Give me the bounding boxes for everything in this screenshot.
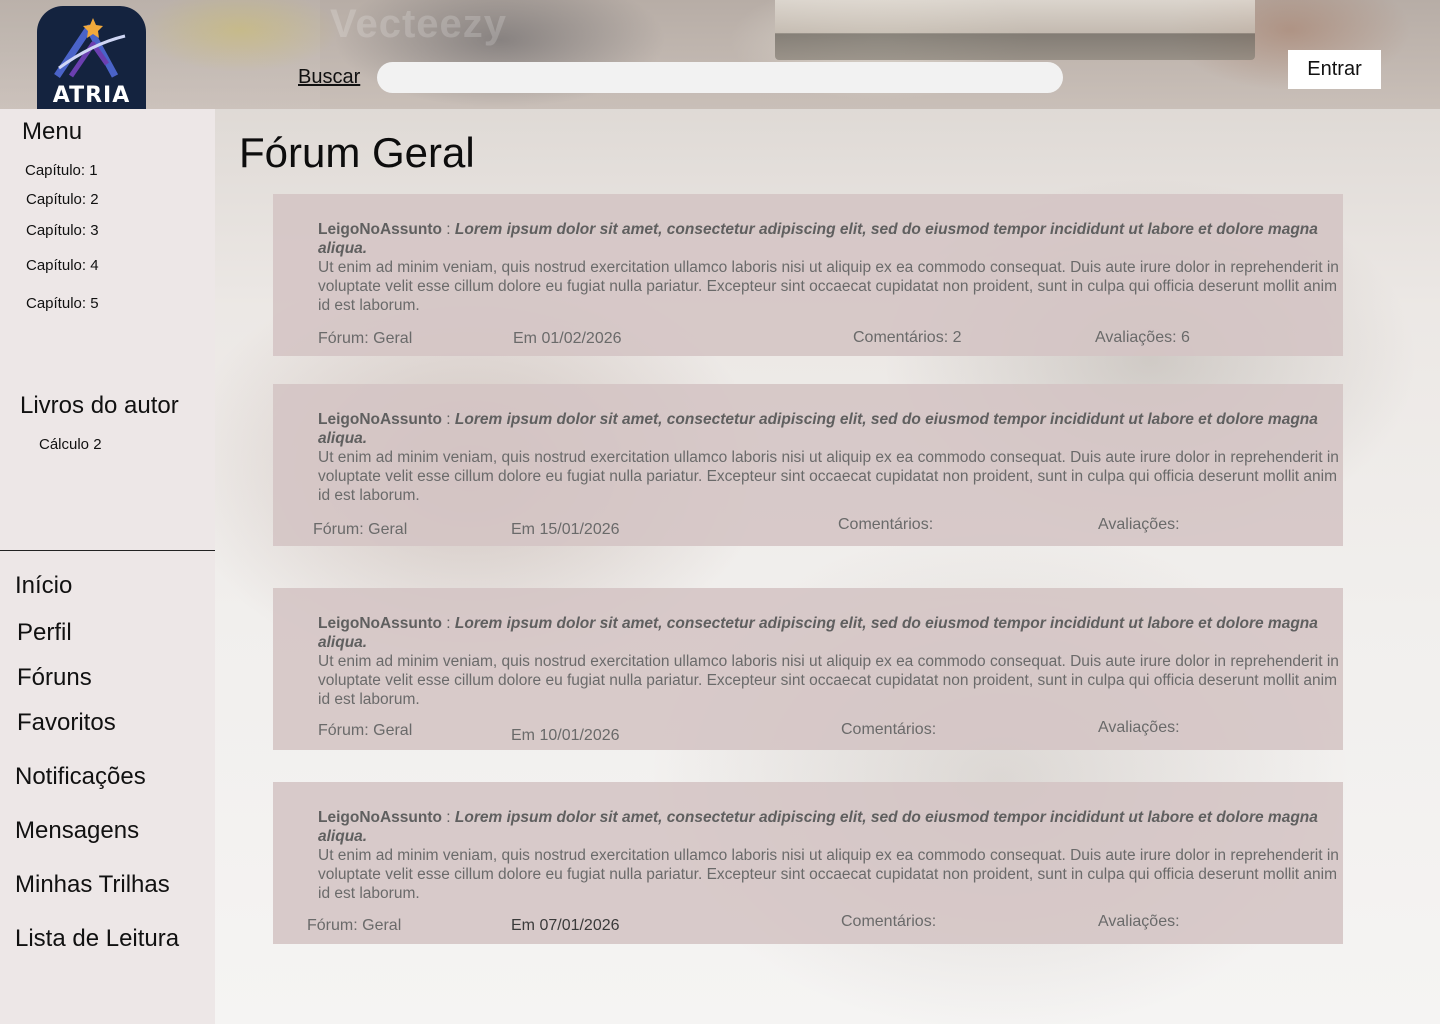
post-text: Ut enim ad minim veniam, quis nostrud ex… [318,449,1339,504]
post-forum: Fórum: Geral [318,722,413,739]
nav-item-lista-de-leitura[interactable]: Lista de Leitura [15,925,179,953]
nav-item-minhas-trilhas[interactable]: Minhas Trilhas [15,871,170,899]
post-text: Ut enim ad minim veniam, quis nostrud ex… [318,847,1339,902]
login-button[interactable]: Entrar [1288,50,1381,89]
post-author[interactable]: LeigoNoAssunto [318,615,442,632]
chapter-link-5[interactable]: Capítulo: 5 [26,295,99,312]
forum-post[interactable]: LeigoNoAssunto : Lorem ipsum dolor sit a… [273,384,1343,546]
author-books-title: Livros do autor [20,392,179,419]
chapter-link-1[interactable]: Capítulo: 1 [25,162,98,179]
chapter-link-3[interactable]: Capítulo: 3 [26,222,99,239]
post-forum: Fórum: Geral [318,330,413,347]
post-author[interactable]: LeigoNoAssunto [318,411,442,428]
post-text: Ut enim ad minim veniam, quis nostrud ex… [318,653,1339,708]
nav-item-foruns[interactable]: Fóruns [17,664,92,692]
post-separator: : [442,221,455,238]
post-author[interactable]: LeigoNoAssunto [318,221,442,238]
search-label[interactable]: Buscar [298,66,360,89]
post-ratings[interactable]: Avaliações: [1098,913,1180,931]
post-text: Ut enim ad minim veniam, quis nostrud ex… [318,259,1339,314]
post-body: LeigoNoAssunto : Lorem ipsum dolor sit a… [318,410,1343,505]
post-body: LeigoNoAssunto : Lorem ipsum dolor sit a… [318,220,1343,315]
menu-title: Menu [22,118,83,145]
post-body: LeigoNoAssunto : Lorem ipsum dolor sit a… [318,808,1343,903]
search-input[interactable] [377,62,1063,93]
post-date: Em 07/01/2026 [511,917,620,934]
post-ratings[interactable]: Avaliações: [1098,516,1180,534]
post-forum: Fórum: Geral [313,521,408,538]
nav-item-favoritos[interactable]: Favoritos [17,709,116,737]
post-body: LeigoNoAssunto : Lorem ipsum dolor sit a… [318,614,1343,709]
author-book-link[interactable]: Cálculo 2 [39,436,102,453]
post-separator: : [442,809,455,826]
post-comments[interactable]: Comentários: [841,721,936,739]
post-lead: Lorem ipsum dolor sit amet, consectetur … [318,809,1318,845]
forum-post[interactable]: LeigoNoAssunto : Lorem ipsum dolor sit a… [273,782,1343,944]
nav-item-notificacoes[interactable]: Notificações [15,763,146,791]
atria-logo[interactable]: ATRIA [37,6,146,109]
post-lead: Lorem ipsum dolor sit amet, consectetur … [318,615,1318,651]
watermark-text: Vecteezy [330,2,508,46]
logo-text: ATRIA [52,83,131,108]
nav-item-inicio[interactable]: Início [15,572,72,600]
page-title: Fórum Geral [239,129,475,176]
post-comments[interactable]: Comentários: [838,516,933,534]
nav-item-mensagens[interactable]: Mensagens [15,817,139,845]
post-author[interactable]: LeigoNoAssunto [318,809,442,826]
top-bar: Vecteezy ATRIA Buscar Entrar [0,0,1440,109]
chapter-link-4[interactable]: Capítulo: 4 [26,257,99,274]
chapter-link-2[interactable]: Capítulo: 2 [26,191,99,208]
post-lead: Lorem ipsum dolor sit amet, consectetur … [318,411,1318,447]
post-ratings[interactable]: Avaliações: [1098,719,1180,737]
sidebar-divider [0,550,215,551]
post-comments[interactable]: Comentários: [841,913,936,931]
post-ratings[interactable]: Avaliações: 6 [1095,329,1190,347]
forum-post[interactable]: LeigoNoAssunto : Lorem ipsum dolor sit a… [273,194,1343,356]
post-date: Em 10/01/2026 [511,727,620,744]
post-separator: : [442,615,455,632]
post-separator: : [442,411,455,428]
forum-post[interactable]: LeigoNoAssunto : Lorem ipsum dolor sit a… [273,588,1343,750]
post-date: Em 15/01/2026 [511,521,620,538]
post-comments[interactable]: Comentários: 2 [853,329,962,347]
post-lead: Lorem ipsum dolor sit amet, consectetur … [318,221,1318,257]
sidebar: Menu Capítulo: 1 Capítulo: 2 Capítulo: 3… [0,109,215,1024]
header-background-image [775,0,1255,60]
post-date: Em 01/02/2026 [513,330,622,347]
nav-item-perfil[interactable]: Perfil [17,619,72,647]
post-forum: Fórum: Geral [307,917,402,934]
